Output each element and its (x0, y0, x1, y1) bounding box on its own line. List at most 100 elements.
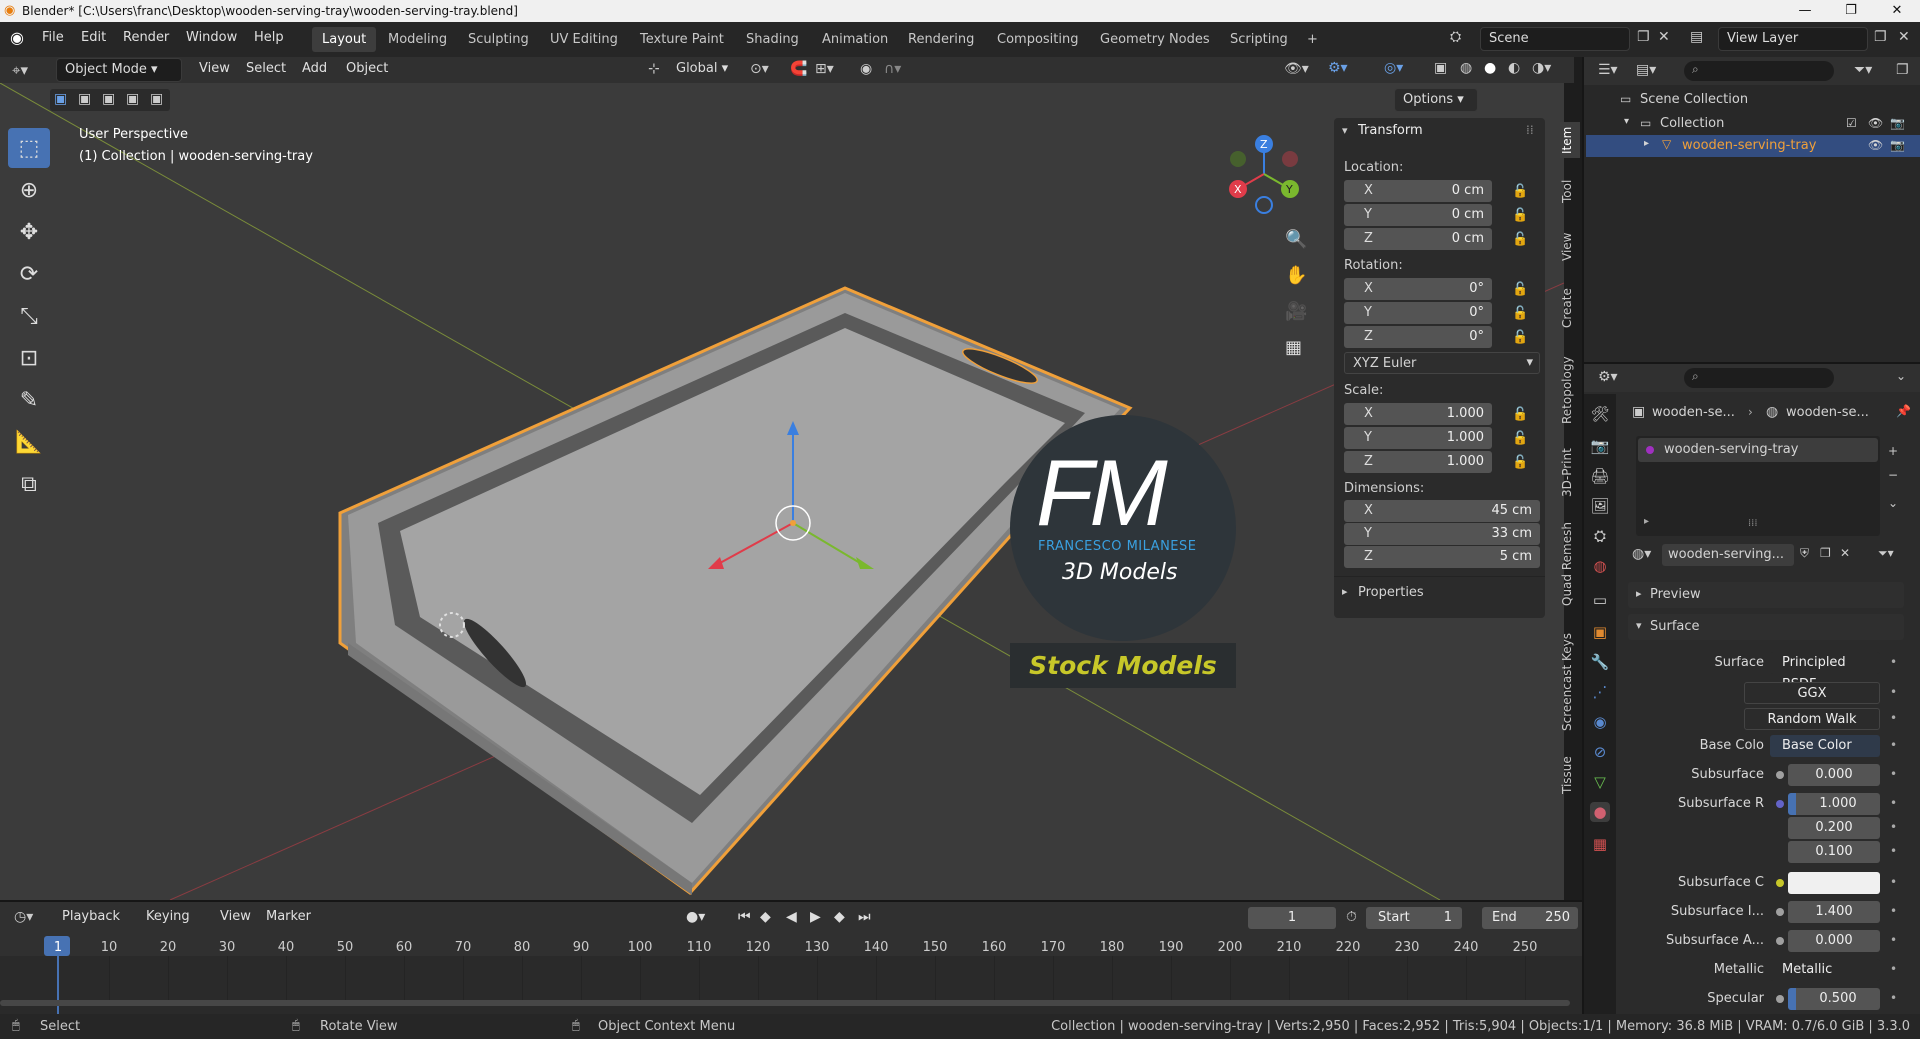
tab-uv-editing[interactable]: UV Editing (540, 27, 628, 52)
tab-3d-print[interactable]: 3D-Print (1560, 444, 1580, 502)
3d-viewport[interactable]: User Perspective (1) Collection | wooden… (0, 83, 1564, 900)
measure-tool[interactable]: 📐 (8, 422, 50, 462)
fake-user-shield-icon[interactable]: ⛨ (1800, 546, 1809, 561)
lock-icon[interactable]: 🔓 (1512, 431, 1528, 446)
animate-property-icon[interactable]: • (1890, 685, 1897, 699)
material-shading-icon[interactable]: ◐ (1508, 60, 1520, 76)
dimensions-x-field[interactable]: X 45 cm (1344, 500, 1540, 522)
camera-icon[interactable]: 📷 (1890, 138, 1905, 152)
menu-marker[interactable]: Marker (266, 909, 311, 924)
remove-slot-icon[interactable]: − (1888, 468, 1898, 482)
gizmo-toggle-icon[interactable]: ⚙▾ (1328, 60, 1348, 76)
select-new-icon[interactable]: ▣ (54, 91, 67, 107)
menu-select[interactable]: Select (246, 61, 286, 76)
material-slot-item[interactable]: wooden-serving-tray (1638, 438, 1878, 462)
property-value-field[interactable] (1788, 872, 1880, 894)
add-workspace-button[interactable]: + (1297, 27, 1328, 52)
menu-edit[interactable]: Edit (81, 30, 106, 45)
surface-panel[interactable]: ▾ Surface (1628, 614, 1904, 640)
property-value-field[interactable]: 0.100 (1788, 841, 1880, 863)
property-value-field[interactable]: 0.000 (1788, 764, 1880, 786)
slot-menu-icon[interactable]: ⌄ (1888, 496, 1898, 510)
tab-geometry-nodes[interactable]: Geometry Nodes (1090, 27, 1220, 52)
rotate-tool[interactable]: ⟳ (8, 254, 50, 294)
property-value-field[interactable]: 0.500 (1788, 988, 1880, 1010)
overlays-toggle-icon[interactable]: ◎▾ (1384, 60, 1403, 76)
object-tab-icon[interactable]: ▣ (1590, 622, 1610, 642)
outliner-search-input[interactable]: ⌕ (1684, 61, 1834, 81)
transform-tool[interactable]: ⊡ (8, 338, 50, 378)
timeline-editor-icon[interactable]: ◷▾ (14, 909, 33, 925)
tab-modeling[interactable]: Modeling (378, 27, 457, 52)
tab-compositing[interactable]: Compositing (987, 27, 1089, 52)
animate-property-icon[interactable]: • (1890, 962, 1897, 976)
camera-icon[interactable]: 📷 (1890, 116, 1905, 130)
play-icon[interactable]: ▶ (810, 909, 821, 925)
tab-layout[interactable]: Layout (312, 27, 377, 52)
constraints-tab-icon[interactable]: ⊘ (1590, 742, 1610, 762)
animate-property-icon[interactable]: • (1890, 820, 1897, 834)
outliner-row-collection[interactable]: ▾ ▭ Collection ☑ 👁 📷 (1584, 113, 1920, 135)
add-slot-icon[interactable]: + (1888, 444, 1898, 458)
maximize-button[interactable]: ❐ (1828, 0, 1874, 22)
rotation-y-field[interactable]: Y 0° (1344, 302, 1492, 324)
drag-handle-icon[interactable]: ⁞⁞ (1526, 123, 1534, 137)
data-tab-icon[interactable]: ▽ (1590, 772, 1610, 792)
solid-shading-icon[interactable]: ● (1484, 60, 1496, 76)
editor-type-icon[interactable]: ⌖▾ (12, 61, 28, 79)
socket-dot-icon[interactable] (1776, 800, 1784, 808)
prev-keyframe-icon[interactable]: ◆ (760, 909, 771, 925)
dimensions-z-field[interactable]: Z5 cm (1344, 546, 1540, 568)
transform-orientation-dropdown[interactable]: Global ▾ (668, 58, 738, 82)
pin-icon[interactable]: 📌 (1896, 404, 1911, 418)
tab-shading[interactable]: Shading (736, 27, 809, 52)
select-box-tool[interactable]: ⬚ (8, 128, 50, 168)
tab-sculpting[interactable]: Sculpting (458, 27, 539, 52)
world-tab-icon[interactable]: ◍ (1590, 556, 1610, 576)
options-dropdown[interactable]: Options ▾ (1394, 88, 1478, 112)
blender-menu-icon[interactable]: ◉ (10, 28, 24, 47)
collapse-arrow-icon[interactable]: ▾ (1624, 116, 1629, 127)
material-slot-list[interactable]: wooden-serving-tray ▸ ⁞⁞⁞ (1636, 436, 1880, 536)
tab-retopology[interactable]: Retopology (1560, 350, 1580, 430)
menu-file[interactable]: File (42, 30, 64, 45)
wireframe-shading-icon[interactable]: ◍ (1460, 60, 1472, 76)
menu-playback[interactable]: Playback (62, 909, 120, 924)
duplicate-material-icon[interactable]: ❐ (1820, 546, 1831, 560)
camera-view-icon[interactable]: 🎥 (1285, 301, 1307, 322)
preview-range-icon[interactable]: ⏱ (1346, 909, 1357, 925)
cursor-tool[interactable]: ⊕ (8, 170, 50, 210)
tab-tissue[interactable]: Tissue (1560, 752, 1580, 798)
tab-quad-remesh[interactable]: Quad Remesh (1560, 516, 1580, 612)
socket-dot-icon[interactable] (1776, 937, 1784, 945)
slot-expand-icon[interactable]: ▸ (1644, 516, 1649, 527)
navigation-gizmo[interactable]: Z X Y (1224, 129, 1314, 219)
lock-icon[interactable]: 🔓 (1512, 208, 1528, 223)
outliner-row-wooden-serving-tray[interactable]: ▸ ▽ wooden-serving-tray 👁 📷 (1586, 135, 1920, 157)
lock-icon[interactable]: 🔓 (1512, 455, 1528, 470)
lock-icon[interactable]: 🔓 (1512, 184, 1528, 199)
particles-tab-icon[interactable]: ⋰ (1590, 682, 1610, 702)
menu-add[interactable]: Add (302, 61, 327, 76)
properties-search-input[interactable]: ⌕ (1684, 368, 1834, 388)
property-value-field[interactable]: GGX (1744, 682, 1880, 704)
lock-icon[interactable]: 🔓 (1512, 306, 1528, 321)
rotation-mode-dropdown[interactable]: XYZ Euler ▾ (1344, 352, 1540, 374)
tab-animation[interactable]: Animation (812, 27, 898, 52)
eye-icon[interactable]: 👁 (1868, 116, 1883, 130)
play-reverse-icon[interactable]: ◀ (786, 909, 797, 925)
material-name-field[interactable]: wooden-serving... (1662, 544, 1794, 566)
add-cube-tool[interactable]: ⧉ (8, 464, 50, 504)
xray-toggle-icon[interactable]: ▣ (1434, 60, 1447, 76)
checkbox-icon[interactable]: ☑ (1846, 116, 1857, 130)
scene-tab-icon[interactable]: ⛭ (1590, 526, 1610, 546)
view-layer-tab-icon[interactable]: 🖼 (1590, 496, 1610, 516)
location-x-field[interactable]: X0 cm (1344, 180, 1492, 202)
delete-scene-icon[interactable]: ✕ (1658, 29, 1670, 45)
tool-tab-icon[interactable]: 🛠 (1590, 404, 1610, 424)
animate-property-icon[interactable]: • (1890, 711, 1897, 725)
select-extend-icon[interactable]: ▣ (78, 91, 91, 107)
annotate-tool[interactable]: ✎ (8, 380, 50, 420)
tab-screencast-keys[interactable]: Screencast Keys (1560, 626, 1580, 738)
material-tab-icon[interactable]: ● (1590, 802, 1610, 822)
